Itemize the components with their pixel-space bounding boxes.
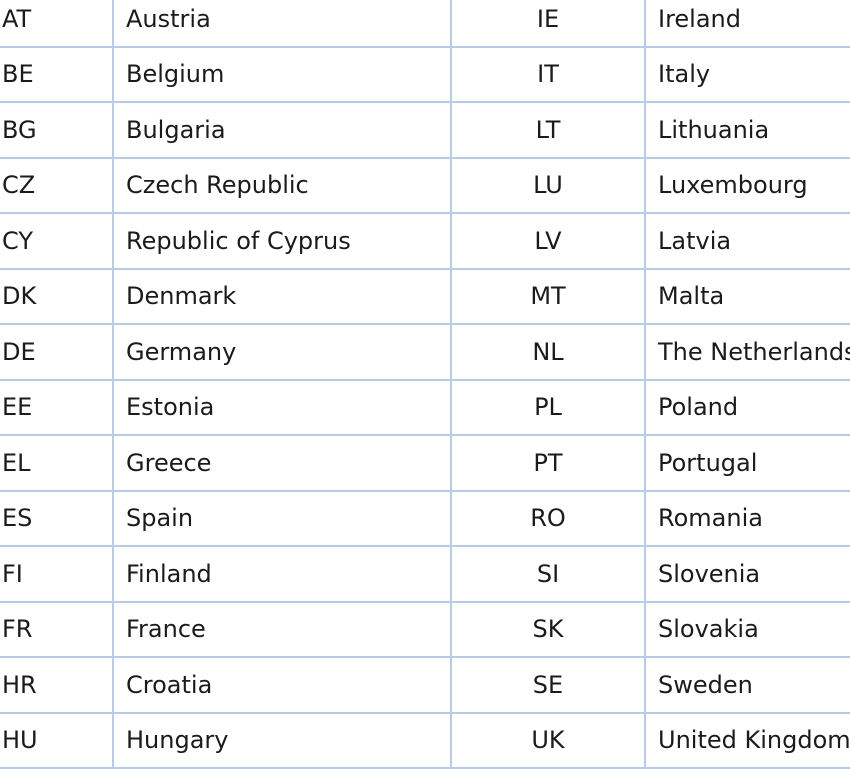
table-row: EL Greece PT Portugal: [0, 434, 850, 492]
country-code-cell: DE: [0, 323, 114, 381]
country-name-cell: Slovenia: [644, 545, 850, 603]
country-code-cell: SK: [450, 600, 646, 658]
country-code-cell: BG: [0, 101, 114, 159]
country-code-cell: CY: [0, 212, 114, 270]
country-name-cell: Hungary: [112, 711, 452, 769]
country-code-cell: PL: [450, 378, 646, 436]
country-code-cell: BE: [0, 45, 114, 103]
country-name-cell: Bulgaria: [112, 101, 452, 159]
country-name-cell: Denmark: [112, 267, 452, 325]
table-row: FR France SK Slovakia: [0, 600, 850, 658]
table-row: DK Denmark MT Malta: [0, 267, 850, 325]
country-name-cell: Romania: [644, 489, 850, 547]
table-row: ES Spain RO Romania: [0, 489, 850, 547]
table-row: CZ Czech Republic LU Luxembourg: [0, 156, 850, 214]
country-name-cell: Italy: [644, 45, 850, 103]
country-code-cell: ES: [0, 489, 114, 547]
country-code-cell: EE: [0, 378, 114, 436]
country-name-cell: The Netherlands: [644, 323, 850, 381]
table-row: FI Finland SI Slovenia: [0, 545, 850, 603]
country-code-cell: RO: [450, 489, 646, 547]
table-row: BG Bulgaria LT Lithuania: [0, 101, 850, 159]
country-code-cell: LV: [450, 212, 646, 270]
country-code-cell: SI: [450, 545, 646, 603]
country-name-cell: Austria: [112, 0, 452, 48]
table-body: AT Austria IE Ireland BE Belgium IT Italy BG Bulg…: [0, 0, 850, 769]
country-name-cell: Estonia: [112, 378, 452, 436]
country-name-cell: Greece: [112, 434, 452, 492]
country-name-cell: Finland: [112, 545, 452, 603]
country-name-cell: Czech Republic: [112, 156, 452, 214]
country-code-cell: FI: [0, 545, 114, 603]
country-code-cell: UK: [450, 711, 646, 769]
country-code-cell: EL: [0, 434, 114, 492]
country-code-cell: LU: [450, 156, 646, 214]
table-row: BE Belgium IT Italy: [0, 45, 850, 103]
country-name-cell: Sweden: [644, 656, 850, 714]
country-name-cell: Spain: [112, 489, 452, 547]
country-name-cell: Slovakia: [644, 600, 850, 658]
table-row: EE Estonia PL Poland: [0, 378, 850, 436]
table-row: DE Germany NL The Netherlands: [0, 323, 850, 381]
country-name-cell: Lithuania: [644, 101, 850, 159]
country-code-cell: FR: [0, 600, 114, 658]
country-name-cell: Malta: [644, 267, 850, 325]
country-name-cell: Ireland: [644, 0, 850, 48]
country-name-cell: Germany: [112, 323, 452, 381]
country-code-cell: SE: [450, 656, 646, 714]
country-code-cell: PT: [450, 434, 646, 492]
table-row: CY Republic of Cyprus LV Latvia: [0, 212, 850, 270]
country-name-cell: Luxembourg: [644, 156, 850, 214]
country-name-cell: France: [112, 600, 452, 658]
country-name-cell: Croatia: [112, 656, 452, 714]
country-code-cell: HU: [0, 711, 114, 769]
country-code-cell: MT: [450, 267, 646, 325]
country-name-cell: United Kingdom: [644, 711, 850, 769]
country-code-cell: DK: [0, 267, 114, 325]
country-name-cell: Latvia: [644, 212, 850, 270]
country-name-cell: Portugal: [644, 434, 850, 492]
country-code-cell: HR: [0, 656, 114, 714]
table-row: HU Hungary UK United Kingdom: [0, 711, 850, 769]
country-name-cell: Republic of Cyprus: [112, 212, 452, 270]
country-code-cell: IE: [450, 0, 646, 48]
country-code-cell: AT: [0, 0, 114, 48]
country-name-cell: Belgium: [112, 45, 452, 103]
country-code-cell: NL: [450, 323, 646, 381]
country-code-table: AT Austria IE Ireland BE Belgium IT Italy BG Bulg…: [0, 0, 850, 769]
country-code-cell: IT: [450, 45, 646, 103]
table-row: AT Austria IE Ireland: [0, 0, 850, 48]
table-row: HR Croatia SE Sweden: [0, 656, 850, 714]
country-code-cell: CZ: [0, 156, 114, 214]
country-code-cell: LT: [450, 101, 646, 159]
country-name-cell: Poland: [644, 378, 850, 436]
